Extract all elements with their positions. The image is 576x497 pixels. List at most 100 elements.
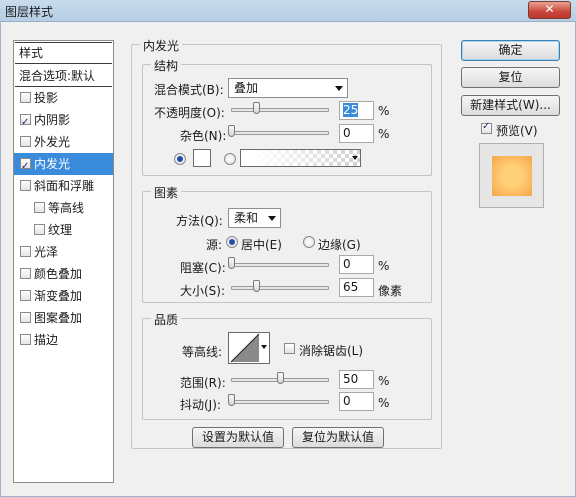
range-slider-thumb[interactable]	[277, 372, 284, 384]
style-item-label: 斜面和浮雕	[34, 179, 95, 193]
range-label: 范围(R):	[180, 376, 226, 390]
chevron-down-icon	[352, 156, 358, 160]
style-item-checkbox[interactable]	[20, 180, 31, 191]
choke-unit: %	[378, 259, 390, 273]
noise-value: 0	[343, 126, 351, 140]
contour-label: 等高线:	[182, 345, 223, 359]
style-item-label: 渐变叠加	[34, 289, 83, 303]
size-slider-thumb[interactable]	[253, 280, 261, 292]
style-item[interactable]: 等高线	[14, 197, 113, 219]
style-item-checkbox[interactable]	[20, 312, 31, 323]
style-item-checkbox[interactable]	[20, 92, 31, 103]
style-list-header[interactable]: 样式	[15, 42, 112, 64]
gradient-radio[interactable]	[224, 153, 236, 165]
style-item[interactable]: 纹理	[14, 219, 113, 241]
style-item-label: 光泽	[34, 245, 59, 259]
jitter-label: 抖动(J):	[180, 398, 221, 412]
blend-mode-label: 混合模式(B):	[154, 83, 224, 97]
range-input[interactable]: 50	[339, 370, 374, 389]
style-item-checkbox[interactable]	[20, 136, 31, 147]
style-item[interactable]: 颜色叠加	[14, 263, 113, 285]
source-edge-label[interactable]: 边缘(G)	[318, 236, 361, 253]
style-item[interactable]: 图案叠加	[14, 307, 113, 329]
style-item-label: 内发光	[34, 157, 71, 171]
style-item-checkbox[interactable]	[20, 268, 31, 279]
choke-input[interactable]: 0	[339, 255, 374, 274]
new-style-button[interactable]: 新建样式(W)...	[461, 95, 560, 116]
style-item[interactable]: 光泽	[14, 241, 113, 263]
close-button[interactable]: ✕	[528, 1, 571, 19]
style-item-checkbox[interactable]	[20, 334, 31, 345]
jitter-slider-track[interactable]	[231, 400, 329, 404]
inner-glow-title: 内发光	[140, 37, 183, 54]
source-edge-radio[interactable]	[303, 236, 315, 248]
preview-swatch	[492, 156, 532, 196]
technique-label: 方法(Q):	[176, 214, 223, 228]
jitter-value: 0	[343, 394, 351, 408]
gradient-swatch[interactable]	[240, 149, 361, 167]
choke-slider-track[interactable]	[231, 263, 329, 267]
style-item-checkbox[interactable]	[20, 156, 31, 178]
preview-thumbnail	[479, 143, 544, 208]
size-slider-track[interactable]	[231, 286, 329, 290]
source-center-radio[interactable]	[226, 236, 238, 248]
technique-value: 柔和	[234, 211, 259, 225]
style-item[interactable]: 投影	[14, 87, 113, 109]
opacity-slider-thumb[interactable]	[252, 102, 260, 114]
jitter-input[interactable]: 0	[339, 392, 374, 411]
solid-color-radio[interactable]	[174, 153, 186, 165]
jitter-slider-thumb[interactable]	[228, 394, 235, 406]
style-item[interactable]: 内阴影	[14, 109, 113, 134]
style-item-checkbox[interactable]	[34, 224, 45, 235]
make-default-button[interactable]: 设置为默认值	[192, 427, 284, 448]
chevron-down-icon	[268, 216, 276, 221]
style-list: 样式 混合选项:默认 投影内阴影外发光内发光斜面和浮雕等高线纹理光泽颜色叠加渐变…	[13, 40, 114, 483]
contour-picker[interactable]	[228, 332, 270, 364]
choke-label: 阻塞(C):	[180, 261, 226, 275]
style-item-checkbox[interactable]	[34, 202, 45, 213]
style-item-label: 图案叠加	[34, 311, 83, 325]
preview-label[interactable]: 预览(V)	[496, 122, 538, 139]
style-item[interactable]: 渐变叠加	[14, 285, 113, 307]
noise-input[interactable]: 0	[339, 124, 374, 143]
technique-select[interactable]: 柔和	[228, 208, 281, 228]
opacity-value: 25	[343, 103, 359, 117]
title-bar: 图层样式 ✕	[0, 0, 576, 22]
reset-button[interactable]: 复位	[461, 67, 560, 88]
preview-checkbox[interactable]	[481, 121, 492, 134]
size-input[interactable]: 65	[339, 278, 374, 297]
opacity-unit: %	[378, 104, 390, 118]
noise-label: 杂色(N):	[180, 129, 227, 143]
reset-default-button[interactable]: 复位为默认值	[292, 427, 384, 448]
style-item[interactable]: 外发光	[14, 131, 113, 153]
blend-options-item[interactable]: 混合选项:默认	[15, 65, 112, 87]
jitter-unit: %	[378, 396, 390, 410]
range-unit: %	[378, 374, 390, 388]
blend-mode-select[interactable]: 叠加	[228, 78, 348, 98]
style-item[interactable]: 内发光	[14, 153, 113, 178]
style-item-checkbox[interactable]	[20, 246, 31, 257]
style-item-checkbox[interactable]	[20, 112, 31, 134]
size-unit: 像素	[378, 284, 403, 298]
choke-slider-thumb[interactable]	[228, 257, 235, 269]
contour-linear-icon	[230, 333, 260, 363]
ok-button[interactable]: 确定	[461, 40, 560, 61]
elements-title: 图素	[151, 184, 182, 201]
glow-color-swatch[interactable]	[193, 149, 211, 167]
source-center-label[interactable]: 居中(E)	[241, 236, 282, 253]
noise-slider-thumb[interactable]	[228, 125, 235, 137]
style-item-label: 投影	[34, 91, 59, 105]
size-label: 大小(S):	[180, 284, 226, 298]
size-value: 65	[343, 280, 359, 294]
style-item-checkbox[interactable]	[20, 290, 31, 301]
style-item[interactable]: 描边	[14, 329, 113, 351]
blend-mode-value: 叠加	[234, 81, 259, 95]
style-item[interactable]: 斜面和浮雕	[14, 175, 113, 197]
antialias-label[interactable]: 消除锯齿(L)	[299, 342, 363, 359]
style-item-label: 颜色叠加	[34, 267, 83, 281]
opacity-input[interactable]: 25	[339, 101, 374, 120]
close-icon: ✕	[544, 2, 555, 16]
opacity-slider-track[interactable]	[231, 108, 329, 112]
antialias-checkbox[interactable]	[284, 343, 295, 354]
noise-slider-track[interactable]	[231, 131, 329, 135]
